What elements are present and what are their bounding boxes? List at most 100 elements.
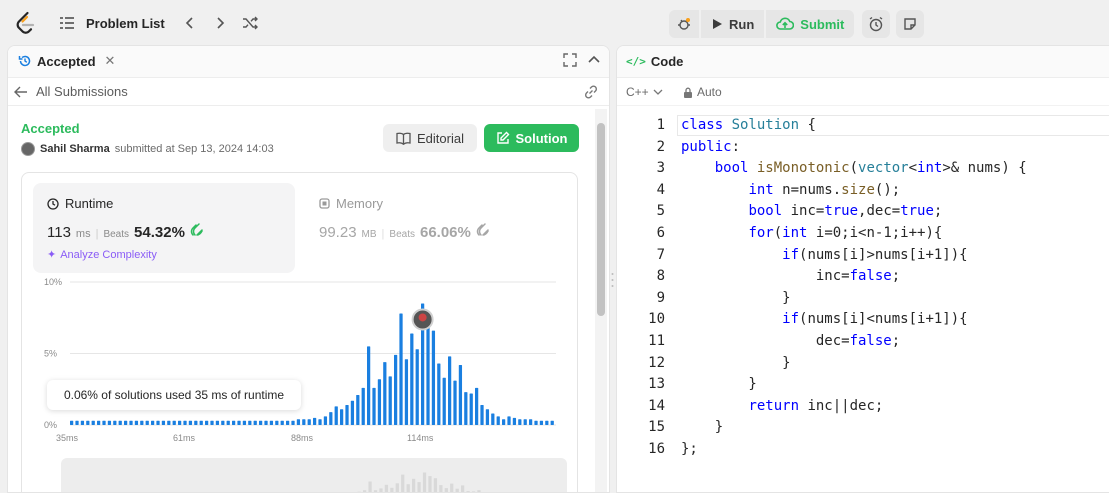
- language-select[interactable]: C++: [626, 85, 663, 99]
- timer-button[interactable]: [862, 10, 890, 38]
- code-line[interactable]: 8 inc=false;: [617, 266, 1109, 288]
- chart-bar[interactable]: [237, 420, 241, 425]
- chart-bar[interactable]: [253, 420, 257, 425]
- editorial-button[interactable]: Editorial: [383, 124, 477, 152]
- chart-bar[interactable]: [356, 394, 360, 425]
- notes-button[interactable]: [896, 10, 924, 38]
- panel-resize-handle[interactable]: [611, 260, 614, 300]
- chart-bar[interactable]: [512, 417, 517, 425]
- tab-code[interactable]: </> Code: [626, 54, 683, 69]
- chart-bar[interactable]: [442, 377, 446, 425]
- chart-bar[interactable]: [448, 356, 452, 425]
- chart-bar[interactable]: [161, 420, 166, 425]
- code-editor[interactable]: 1 class Solution {2 public: 3 bool isMonoto…: [617, 115, 1109, 461]
- chart-bar[interactable]: [118, 420, 122, 425]
- runtime-distribution-chart[interactable]: 10% 5% 0% 35ms 61ms 88ms 114ms: [22, 273, 579, 453]
- memory-value[interactable]: 99.23 MB | Beats 66.06%: [319, 223, 490, 241]
- panel-scrollbar[interactable]: [595, 109, 607, 492]
- chart-bar[interactable]: [102, 420, 106, 425]
- avatar[interactable]: [21, 142, 35, 156]
- chart-bar[interactable]: [334, 406, 338, 425]
- chart-bar[interactable]: [313, 417, 317, 425]
- chart-bar[interactable]: [415, 349, 419, 425]
- chart-bar[interactable]: [464, 392, 468, 425]
- auto-mode-indicator[interactable]: Auto: [683, 85, 722, 99]
- code-line[interactable]: 4 int n=nums.size();: [617, 180, 1109, 202]
- chart-bar[interactable]: [156, 420, 160, 425]
- chart-bar[interactable]: [480, 404, 484, 425]
- chart-bar[interactable]: [221, 420, 225, 425]
- link-icon[interactable]: [583, 84, 599, 100]
- chart-bar[interactable]: [502, 419, 506, 425]
- code-line[interactable]: 11 dec=false;: [617, 331, 1109, 353]
- chart-bar[interactable]: [91, 420, 95, 425]
- chart-bar[interactable]: [469, 393, 473, 425]
- chart-bar[interactable]: [350, 400, 355, 425]
- chart-bar[interactable]: [518, 419, 522, 425]
- chart-bar[interactable]: [431, 330, 436, 425]
- chart-bar[interactable]: [183, 420, 187, 425]
- chart-bar[interactable]: [210, 420, 214, 425]
- chart-bar[interactable]: [280, 420, 284, 425]
- problem-list-link[interactable]: Problem List: [86, 16, 165, 31]
- chart-bar[interactable]: [388, 376, 392, 425]
- analyze-complexity-link[interactable]: ✦ Analyze Complexity: [47, 248, 157, 262]
- tab-accepted[interactable]: Accepted ✕: [18, 53, 115, 69]
- runtime-box[interactable]: Runtime 113 ms | Beats 54.32% ✦ Analyze …: [33, 183, 295, 273]
- chart-bar[interactable]: [194, 420, 198, 425]
- code-line[interactable]: 14 return inc||dec;: [617, 396, 1109, 418]
- code-line[interactable]: 15 }: [617, 417, 1109, 439]
- code-line[interactable]: 5 bool inc=true,dec=true;: [617, 201, 1109, 223]
- chart-bar[interactable]: [275, 420, 279, 425]
- chart-bar[interactable]: [113, 420, 117, 425]
- debug-button[interactable]: [669, 10, 699, 38]
- chart-bar[interactable]: [329, 412, 333, 425]
- chart-bar[interactable]: [318, 419, 322, 425]
- solution-button[interactable]: Solution: [484, 124, 579, 152]
- chart-bar[interactable]: [97, 420, 101, 425]
- chart-bar[interactable]: [377, 379, 382, 425]
- chart-bar[interactable]: [539, 420, 544, 425]
- code-line[interactable]: 16};: [617, 439, 1109, 461]
- all-submissions-link[interactable]: All Submissions: [14, 84, 128, 99]
- scrollbar-thumb[interactable]: [597, 123, 605, 316]
- chart-bar[interactable]: [307, 419, 311, 425]
- chart-bar[interactable]: [259, 420, 263, 425]
- list-icon[interactable]: [56, 12, 78, 34]
- chart-bar[interactable]: [507, 416, 511, 425]
- leetcode-logo-icon[interactable]: [14, 11, 38, 35]
- code-line[interactable]: 12 }: [617, 353, 1109, 375]
- chart-bar[interactable]: [107, 420, 112, 425]
- chart-bar[interactable]: [550, 420, 554, 425]
- chart-bar[interactable]: [404, 359, 409, 425]
- chevron-right-icon[interactable]: [209, 12, 231, 34]
- chart-bar[interactable]: [205, 420, 209, 425]
- chart-bar[interactable]: [361, 387, 365, 425]
- chart-bar[interactable]: [226, 420, 230, 425]
- chart-bar[interactable]: [523, 419, 527, 425]
- chart-bar[interactable]: [232, 420, 236, 425]
- chart-bar[interactable]: [134, 420, 139, 425]
- code-line[interactable]: 3 bool isMonotonic(vector<int>& nums) {: [617, 158, 1109, 180]
- chart-bar[interactable]: [129, 420, 133, 425]
- chart-bar[interactable]: [534, 420, 538, 425]
- chart-bar[interactable]: [151, 420, 155, 425]
- chart-bar[interactable]: [199, 420, 203, 425]
- chart-bar[interactable]: [302, 419, 306, 425]
- chart-bar[interactable]: [491, 413, 495, 425]
- chart-bar[interactable]: [529, 419, 533, 425]
- chart-bar[interactable]: [545, 420, 549, 425]
- chart-bar[interactable]: [426, 320, 430, 425]
- chart-bar[interactable]: [80, 420, 85, 425]
- chart-bar[interactable]: [367, 346, 371, 425]
- run-button[interactable]: Run: [701, 10, 765, 38]
- chart-bar[interactable]: [394, 354, 398, 425]
- chart-bar[interactable]: [188, 420, 193, 425]
- chart-bar[interactable]: [124, 420, 128, 425]
- shuffle-icon[interactable]: [239, 12, 261, 34]
- code-line[interactable]: 6 for(int i=0;i<n-1;i++){: [617, 223, 1109, 245]
- chart-bar[interactable]: [70, 420, 74, 425]
- code-line[interactable]: 7 if(nums[i]>nums[i+1]){: [617, 245, 1109, 267]
- chart-bar[interactable]: [178, 420, 182, 425]
- chart-bar[interactable]: [286, 420, 290, 425]
